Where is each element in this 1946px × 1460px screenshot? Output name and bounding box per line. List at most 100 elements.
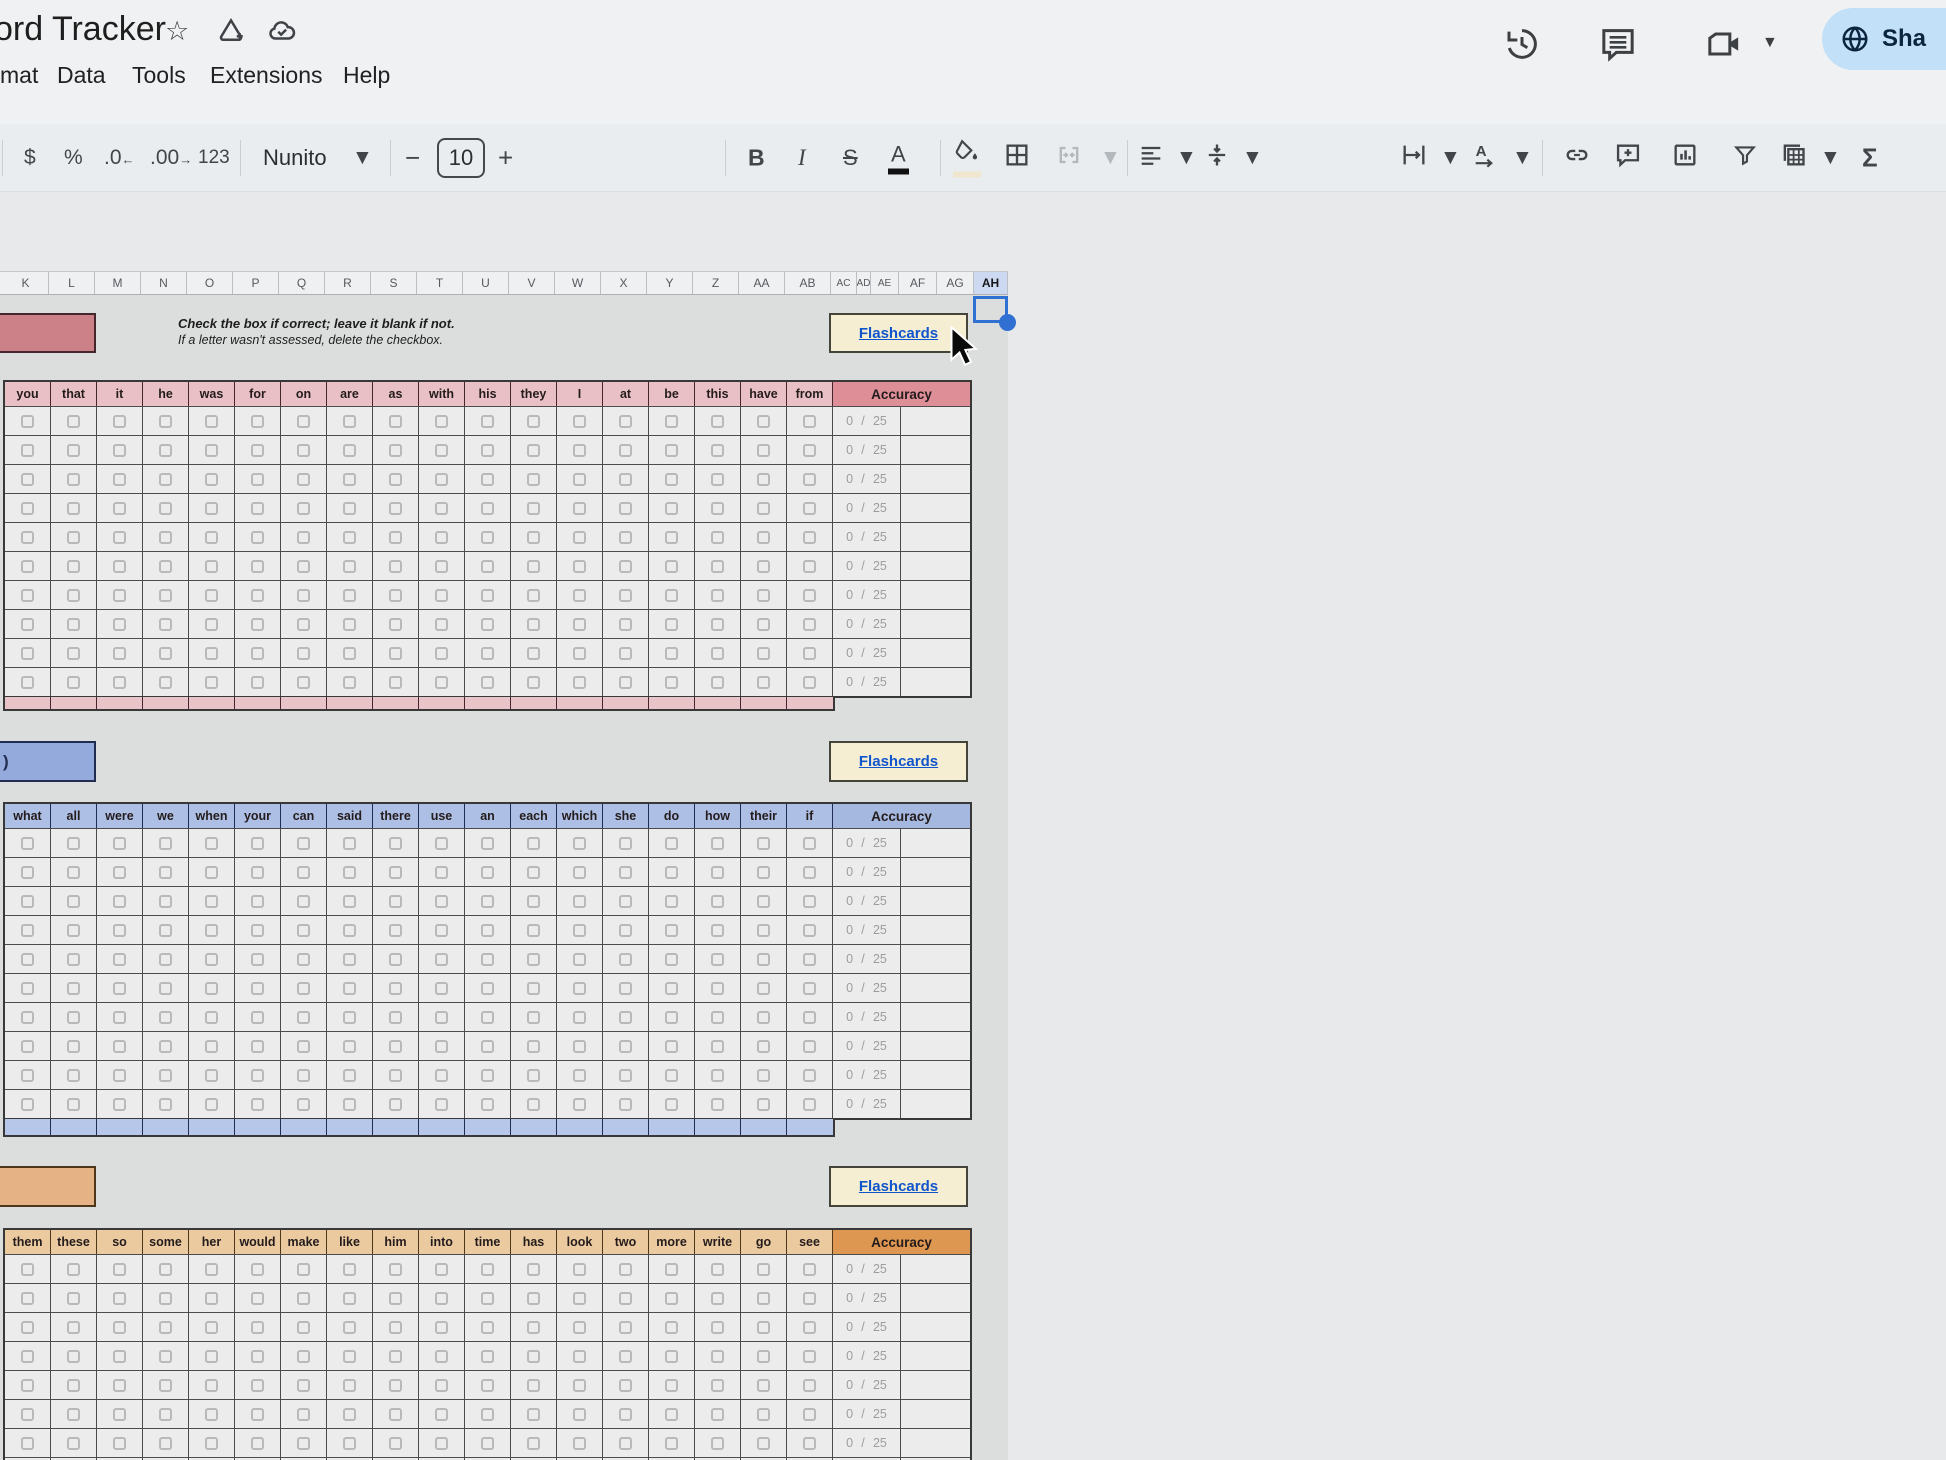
checkbox-cell[interactable]	[649, 1089, 695, 1118]
checkbox-cell[interactable]	[5, 1060, 51, 1089]
checkbox-cell[interactable]	[5, 857, 51, 886]
checkbox-cell[interactable]	[281, 522, 327, 551]
checkbox-cell[interactable]	[143, 1283, 189, 1312]
checkbox-cell[interactable]	[373, 915, 419, 944]
checkbox-cell[interactable]	[143, 464, 189, 493]
checkbox-cell[interactable]	[695, 1370, 741, 1399]
checkbox-cell[interactable]	[465, 1031, 511, 1060]
checkbox-cell[interactable]	[741, 828, 787, 857]
checkbox-cell[interactable]	[373, 1283, 419, 1312]
checkbox-cell[interactable]	[787, 580, 833, 609]
checkbox-cell[interactable]	[465, 1283, 511, 1312]
checkbox-cell[interactable]	[143, 886, 189, 915]
checkbox-cell[interactable]	[189, 551, 235, 580]
checkbox-cell[interactable]	[373, 1399, 419, 1428]
checkbox-cell[interactable]	[603, 857, 649, 886]
checkbox-cell[interactable]	[235, 857, 281, 886]
checkbox-cell[interactable]	[557, 435, 603, 464]
checkbox-cell[interactable]	[281, 551, 327, 580]
checkbox-cell[interactable]	[5, 1089, 51, 1118]
checkbox-cell[interactable]	[419, 1031, 465, 1060]
checkbox-cell[interactable]	[695, 1399, 741, 1428]
checkbox-cell[interactable]	[695, 1283, 741, 1312]
checkbox-cell[interactable]	[419, 915, 465, 944]
checkbox-cell[interactable]	[143, 915, 189, 944]
checkbox-cell[interactable]	[51, 493, 97, 522]
font-name-select[interactable]: Nunito	[263, 145, 327, 171]
checkbox-cell[interactable]	[603, 944, 649, 973]
checkbox-cell[interactable]	[741, 1283, 787, 1312]
checkbox-cell[interactable]	[695, 1254, 741, 1283]
checkbox-cell[interactable]	[51, 638, 97, 667]
checkbox-cell[interactable]	[741, 1089, 787, 1118]
checkbox-cell[interactable]	[51, 522, 97, 551]
checkbox-cell[interactable]	[373, 973, 419, 1002]
checkbox-cell[interactable]	[419, 609, 465, 638]
checkbox-cell[interactable]	[557, 464, 603, 493]
checkbox-cell[interactable]	[465, 973, 511, 1002]
share-button[interactable]: Sha	[1822, 8, 1946, 70]
checkbox-cell[interactable]	[419, 1370, 465, 1399]
checkbox-cell[interactable]	[603, 828, 649, 857]
checkbox-cell[interactable]	[787, 857, 833, 886]
checkbox-cell[interactable]	[5, 1002, 51, 1031]
checkbox-cell[interactable]	[373, 609, 419, 638]
checkbox-cell[interactable]	[787, 1399, 833, 1428]
checkbox-cell[interactable]	[741, 1312, 787, 1341]
checkbox-cell[interactable]	[373, 828, 419, 857]
checkbox-cell[interactable]	[51, 1283, 97, 1312]
checkbox-cell[interactable]	[465, 493, 511, 522]
checkbox-cell[interactable]	[557, 1002, 603, 1031]
checkbox-cell[interactable]	[143, 609, 189, 638]
column-header-N[interactable]: N	[141, 272, 187, 294]
checkbox-cell[interactable]	[649, 551, 695, 580]
checkbox-cell[interactable]	[695, 828, 741, 857]
checkbox-cell[interactable]	[327, 886, 373, 915]
checkbox-cell[interactable]	[511, 1370, 557, 1399]
checkbox-cell[interactable]	[649, 886, 695, 915]
checkbox-cell[interactable]	[143, 551, 189, 580]
text-rotation-button[interactable]: A	[1470, 141, 1500, 175]
checkbox-cell[interactable]	[649, 973, 695, 1002]
checkbox-cell[interactable]	[373, 944, 419, 973]
checkbox-cell[interactable]	[787, 1283, 833, 1312]
checkbox-cell[interactable]	[649, 1312, 695, 1341]
checkbox-cell[interactable]	[189, 886, 235, 915]
meet-dropdown-caret[interactable]: ▼	[1762, 34, 1778, 52]
checkbox-cell[interactable]	[143, 944, 189, 973]
column-header-AH[interactable]: AH	[974, 272, 1008, 294]
checkbox-cell[interactable]	[741, 1060, 787, 1089]
checkbox-cell[interactable]	[143, 667, 189, 696]
checkbox-cell[interactable]	[235, 1370, 281, 1399]
checkbox-cell[interactable]	[143, 1428, 189, 1457]
checkbox-cell[interactable]	[511, 551, 557, 580]
checkbox-cell[interactable]	[511, 638, 557, 667]
checkbox-cell[interactable]	[695, 1312, 741, 1341]
checkbox-cell[interactable]	[373, 667, 419, 696]
vertical-align-button[interactable]	[1203, 141, 1231, 175]
checkbox-cell[interactable]	[511, 1031, 557, 1060]
checkbox-cell[interactable]	[603, 638, 649, 667]
checkbox-cell[interactable]	[741, 580, 787, 609]
checkbox-cell[interactable]	[281, 1254, 327, 1283]
checkbox-cell[interactable]	[189, 1399, 235, 1428]
checkbox-cell[interactable]	[97, 1399, 143, 1428]
checkbox-cell[interactable]	[419, 1089, 465, 1118]
checkbox-cell[interactable]	[327, 1341, 373, 1370]
checkbox-cell[interactable]	[281, 1089, 327, 1118]
column-header-V[interactable]: V	[509, 272, 555, 294]
checkbox-cell[interactable]	[5, 944, 51, 973]
meet-video-icon[interactable]	[1702, 24, 1746, 64]
checkbox-cell[interactable]	[281, 435, 327, 464]
checkbox-cell[interactable]	[419, 828, 465, 857]
checkbox-cell[interactable]	[695, 464, 741, 493]
checkbox-cell[interactable]	[649, 522, 695, 551]
checkbox-cell[interactable]	[695, 915, 741, 944]
checkbox-cell[interactable]	[557, 551, 603, 580]
checkbox-cell[interactable]	[235, 580, 281, 609]
checkbox-cell[interactable]	[465, 638, 511, 667]
decrease-font-size-button[interactable]: −	[405, 142, 420, 173]
checkbox-cell[interactable]	[465, 1341, 511, 1370]
checkbox-cell[interactable]	[557, 944, 603, 973]
sheet-canvas[interactable]: Check the box if correct; leave it blank…	[0, 295, 1008, 1460]
